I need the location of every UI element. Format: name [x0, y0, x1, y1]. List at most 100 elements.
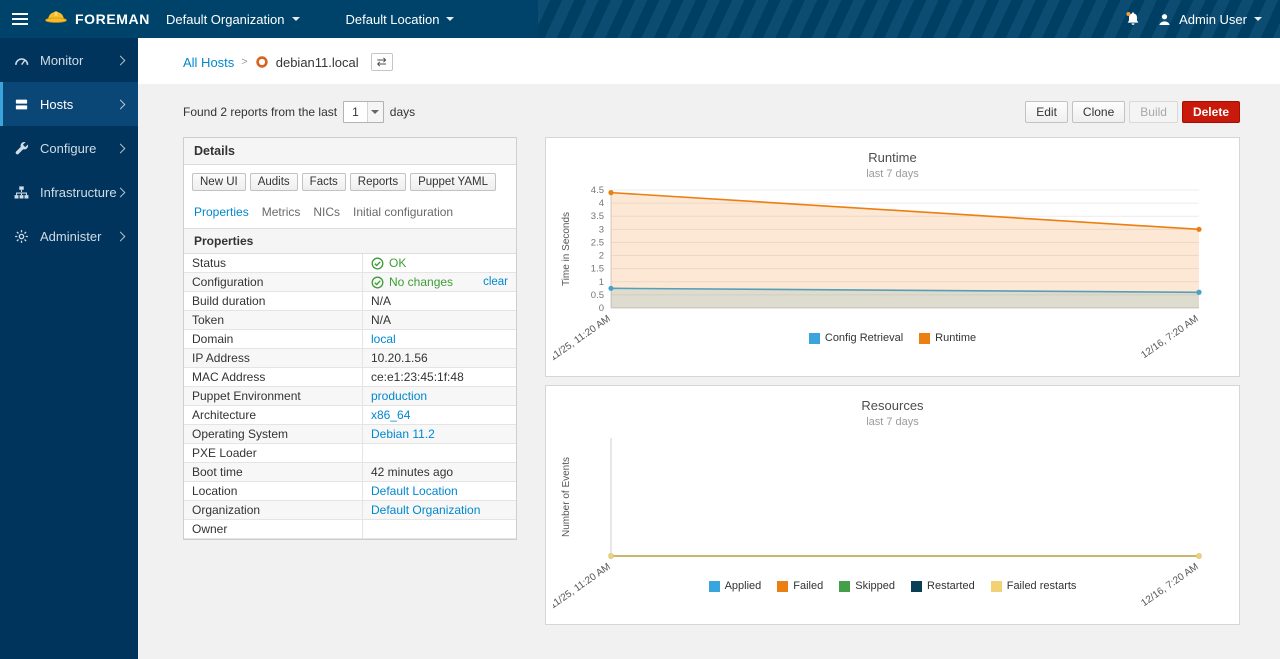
property-value-link[interactable]: local	[371, 332, 396, 346]
legend-label: Failed restarts	[1007, 580, 1077, 592]
properties-section-header: Properties	[184, 228, 516, 254]
hamburger-menu-button[interactable]	[0, 0, 40, 38]
property-value: OK	[362, 254, 516, 272]
sidebar-item-administer[interactable]: Administer	[0, 214, 138, 258]
property-value-link[interactable]: Debian 11.2	[371, 427, 435, 441]
legend-item-skipped[interactable]: Skipped	[839, 580, 895, 592]
new-ui-button[interactable]: New UI	[192, 173, 246, 191]
legend-item-restarted[interactable]: Restarted	[911, 580, 975, 592]
delete-button[interactable]: Delete	[1182, 101, 1240, 123]
tab-metrics[interactable]: Metrics	[262, 205, 301, 219]
legend-swatch	[919, 333, 930, 344]
user-icon	[1157, 12, 1172, 27]
svg-text:Number of Events: Number of Events	[561, 457, 572, 537]
audits-button[interactable]: Audits	[250, 173, 298, 191]
legend-label: Failed	[793, 580, 823, 592]
resources-chart-legend: Applied Failed Skipped Restarted Failed rest…	[552, 580, 1233, 592]
property-value: production	[362, 387, 516, 405]
legend-swatch	[777, 581, 788, 592]
sidebar-item-label: Administer	[40, 229, 117, 244]
chart-title: Resources	[552, 398, 1233, 413]
host-status-ring-icon	[255, 55, 269, 69]
legend-item-config-retrieval[interactable]: Config Retrieval	[809, 332, 903, 344]
tab-properties[interactable]: Properties	[194, 205, 249, 219]
topbar-right-group: Admin User	[1125, 11, 1280, 27]
property-label: Location	[184, 482, 362, 500]
brand-home-link[interactable]: FOREMAN	[44, 8, 150, 30]
svg-text:0: 0	[598, 303, 603, 314]
svg-text:Time in Seconds: Time in Seconds	[561, 212, 572, 286]
property-row-boot-time: Boot time42 minutes ago	[184, 463, 516, 482]
user-menu[interactable]: Admin User	[1157, 12, 1262, 27]
clone-button[interactable]: Clone	[1072, 101, 1125, 123]
caret-down-icon	[1254, 17, 1262, 21]
build-button[interactable]: Build	[1129, 101, 1178, 123]
legend-item-runtime[interactable]: Runtime	[919, 332, 976, 344]
property-value: N/A	[362, 311, 516, 329]
property-label: Owner	[184, 520, 362, 538]
facts-button[interactable]: Facts	[302, 173, 346, 191]
property-value-link[interactable]: Default Location	[371, 484, 458, 498]
location-selector[interactable]: Default Location	[346, 12, 455, 27]
breadcrumb-switcher-button[interactable]: ⇄	[371, 53, 393, 71]
details-panel-title: Details	[184, 138, 516, 165]
property-value: No changes clear	[362, 273, 516, 291]
check-circle-icon	[371, 276, 384, 289]
details-panel: Details New UIAuditsFactsReportsPuppet Y…	[183, 137, 517, 540]
reports-summary-suffix: days	[390, 105, 415, 119]
property-label: Operating System	[184, 425, 362, 443]
property-value: local	[362, 330, 516, 348]
property-value-link[interactable]: x86_64	[371, 408, 410, 422]
tab-nics[interactable]: NICs	[313, 205, 340, 219]
legend-swatch	[709, 581, 720, 592]
property-label: Build duration	[184, 292, 362, 310]
chart-title: Runtime	[552, 150, 1233, 165]
property-value-link[interactable]: production	[371, 389, 427, 403]
gear-icon	[14, 229, 31, 244]
reports-summary: Found 2 reports from the last 1 days	[183, 101, 415, 123]
property-value-link[interactable]: Default Organization	[371, 503, 480, 517]
status-text: OK	[389, 256, 406, 270]
chart-subtitle: last 7 days	[552, 168, 1233, 180]
tab-initial-configuration[interactable]: Initial configuration	[353, 205, 453, 219]
details-buttons: New UIAuditsFactsReportsPuppet YAML	[184, 165, 516, 198]
resources-chart-card: Resources last 7 days 11/25, 11:20 AM12/…	[545, 385, 1240, 625]
days-select-value: 1	[344, 102, 367, 122]
property-label: Organization	[184, 501, 362, 519]
legend-item-applied[interactable]: Applied	[709, 580, 762, 592]
chevron-right-icon	[116, 143, 126, 153]
sidebar-item-configure[interactable]: Configure	[0, 126, 138, 170]
sidebar-item-label: Hosts	[40, 97, 117, 112]
property-row-operating-system: Operating System Debian 11.2	[184, 425, 516, 444]
chart-subtitle: last 7 days	[552, 416, 1233, 428]
status-text: No changes	[389, 275, 453, 289]
legend-item-failed-restarts[interactable]: Failed restarts	[991, 580, 1077, 592]
svg-text:4.5: 4.5	[590, 185, 603, 196]
property-row-location: Location Default Location	[184, 482, 516, 501]
organization-selector[interactable]: Default Organization	[166, 12, 300, 27]
reports-row: Found 2 reports from the last 1 days Edi…	[183, 101, 1240, 123]
puppet-yaml-button[interactable]: Puppet YAML	[410, 173, 496, 191]
property-label: IP Address	[184, 349, 362, 367]
server-icon	[14, 97, 31, 112]
sidebar-item-infrastructure[interactable]: Infrastructure	[0, 170, 138, 214]
days-select[interactable]: 1	[343, 101, 384, 123]
clear-link[interactable]: clear	[483, 276, 508, 288]
property-label: Domain	[184, 330, 362, 348]
sidebar-item-monitor[interactable]: Monitor	[0, 38, 138, 82]
chevron-right-icon	[116, 231, 126, 241]
legend-swatch	[991, 581, 1002, 592]
property-value: N/A	[362, 292, 516, 310]
edit-button[interactable]: Edit	[1025, 101, 1068, 123]
legend-item-failed[interactable]: Failed	[777, 580, 823, 592]
sidebar-item-hosts[interactable]: Hosts	[0, 82, 138, 126]
legend-swatch	[809, 333, 820, 344]
breadcrumb: All Hosts > debian11.local ⇄	[138, 38, 1280, 84]
notifications-bell-icon[interactable]	[1125, 11, 1141, 27]
breadcrumb-all-hosts-link[interactable]: All Hosts	[183, 55, 234, 70]
property-label: Boot time	[184, 463, 362, 481]
reports-button[interactable]: Reports	[350, 173, 406, 191]
reports-summary-prefix: Found 2 reports from the last	[183, 105, 337, 119]
sitemap-icon	[14, 185, 31, 200]
chevron-right-icon	[116, 99, 126, 109]
